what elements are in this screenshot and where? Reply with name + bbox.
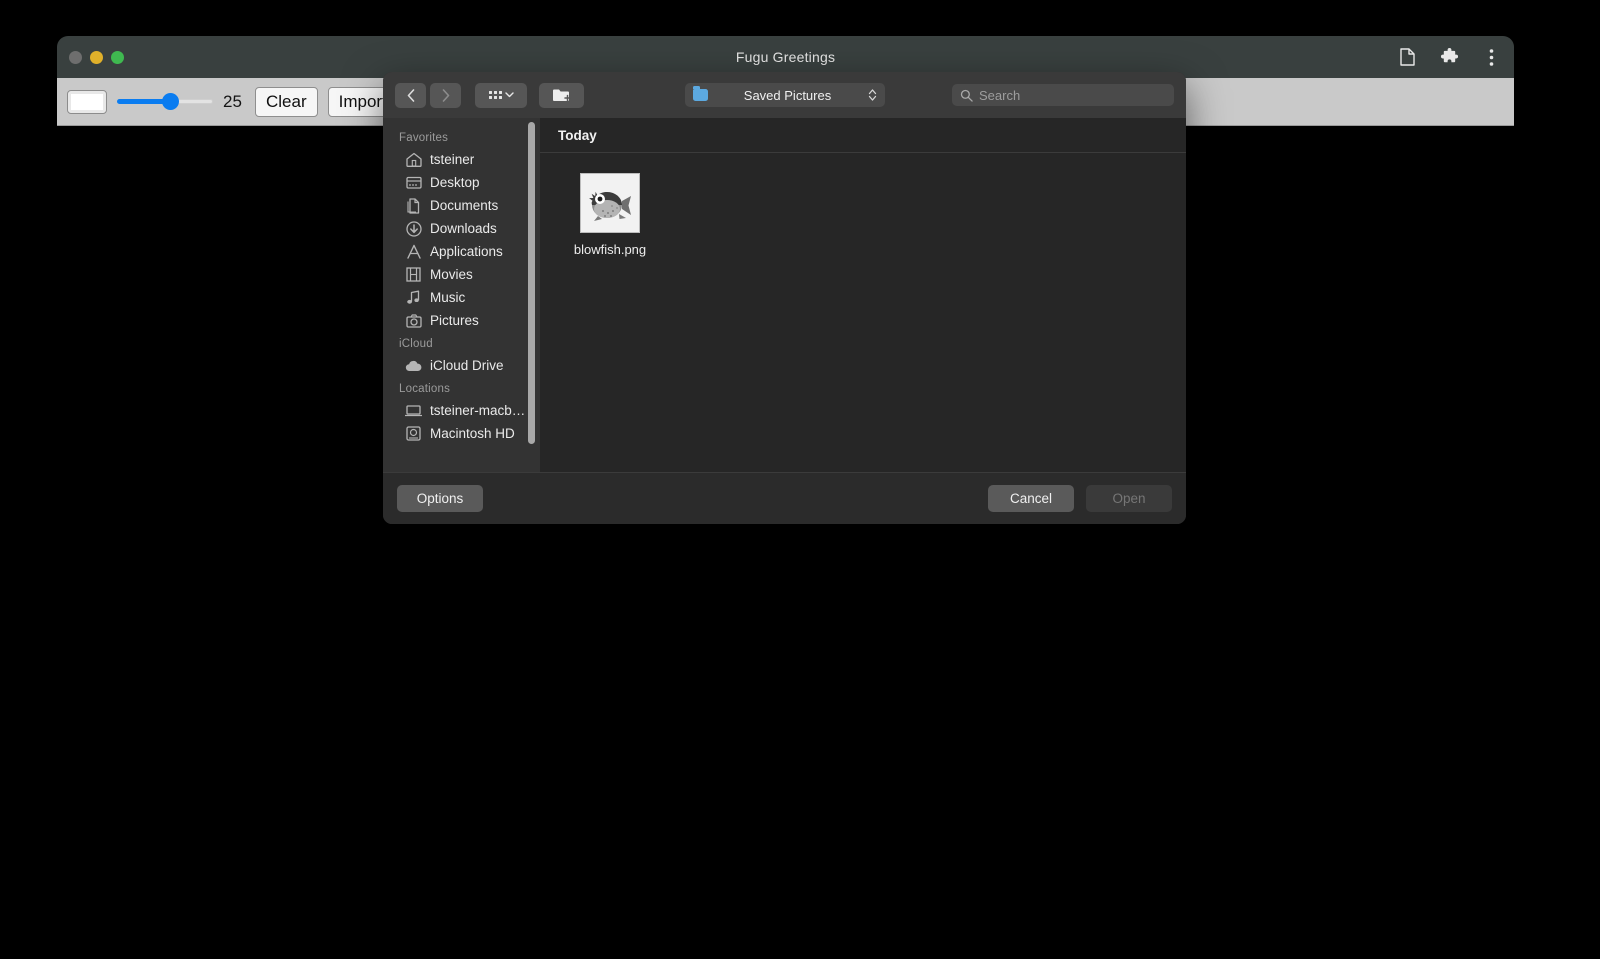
downloads-icon bbox=[405, 220, 422, 237]
sidebar-item-applications[interactable]: Applications bbox=[383, 240, 540, 263]
sidebar-item-movies[interactable]: Movies bbox=[383, 263, 540, 286]
new-folder-icon bbox=[552, 89, 571, 102]
clear-button[interactable]: Clear bbox=[255, 86, 318, 117]
sidebar-item-label: Downloads bbox=[430, 221, 497, 236]
file-open-dialog: Saved Pictures Search Favorites tsteiner… bbox=[383, 72, 1186, 524]
open-button[interactable]: Open bbox=[1086, 485, 1172, 512]
minimize-window-button[interactable] bbox=[90, 50, 103, 64]
sidebar-section-locations: Locations bbox=[399, 383, 451, 395]
file-name-label: blowfish.png bbox=[573, 242, 647, 257]
sidebar-item-label: tsteiner-macb… bbox=[430, 403, 526, 418]
desktop-icon bbox=[405, 174, 422, 191]
slider-value-label: 25 bbox=[223, 91, 242, 111]
new-folder-button[interactable] bbox=[539, 82, 584, 108]
traffic-lights bbox=[69, 36, 124, 78]
close-window-button[interactable] bbox=[69, 50, 82, 64]
home-icon bbox=[405, 151, 422, 168]
search-input[interactable]: Search bbox=[952, 84, 1174, 106]
sidebar-item-desktop[interactable]: Desktop bbox=[383, 171, 540, 194]
line-width-slider[interactable] bbox=[117, 91, 213, 113]
sidebar-item-tsteiner-macbook[interactable]: tsteiner-macb… bbox=[383, 399, 540, 422]
sidebar-item-label: Applications bbox=[430, 244, 503, 259]
cancel-button[interactable]: Cancel bbox=[988, 485, 1074, 512]
grid-view-icon bbox=[488, 91, 502, 99]
page-icon[interactable] bbox=[1394, 44, 1420, 70]
screen: Fugu Greetings 25 Clear Import Saved Pic… bbox=[0, 0, 1600, 959]
view-mode-button[interactable] bbox=[475, 82, 527, 108]
sidebar-item-label: Documents bbox=[430, 198, 499, 213]
dialog-toolbar: Saved Pictures Search bbox=[383, 72, 1186, 118]
applications-icon bbox=[405, 243, 422, 260]
sidebar-scrollbar[interactable] bbox=[528, 122, 535, 444]
extensions-icon[interactable] bbox=[1436, 44, 1462, 70]
search-placeholder: Search bbox=[979, 87, 1021, 103]
blowfish-thumbnail bbox=[580, 173, 640, 233]
path-label: Saved Pictures bbox=[743, 87, 832, 103]
sidebar-item-icloud-drive[interactable]: iCloud Drive bbox=[383, 354, 540, 377]
sidebar-item-label: Pictures bbox=[430, 313, 479, 328]
dialog-body: Favorites tsteiner Desktop Documents Dow… bbox=[383, 118, 1186, 472]
path-dropdown[interactable]: Saved Pictures bbox=[684, 83, 885, 107]
options-button[interactable]: Options bbox=[397, 485, 483, 512]
sidebar-item-macintosh-hd[interactable]: Macintosh HD bbox=[383, 422, 540, 445]
sidebar-item-pictures[interactable]: Pictures bbox=[383, 309, 540, 332]
chevron-down-icon bbox=[504, 92, 514, 98]
sidebar-item-label: Movies bbox=[430, 267, 473, 282]
harddisk-icon bbox=[405, 425, 422, 442]
sidebar-item-label: Music bbox=[430, 290, 466, 305]
navigation-buttons bbox=[395, 82, 461, 108]
color-picker-input[interactable] bbox=[67, 89, 107, 114]
cloud-icon bbox=[405, 357, 422, 374]
footer-actions: Cancel Open bbox=[988, 485, 1172, 512]
file-item[interactable]: blowfish.png bbox=[562, 173, 658, 257]
file-group-header: Today bbox=[540, 118, 1186, 153]
sidebar-item-documents[interactable]: Documents bbox=[383, 194, 540, 217]
sidebar-section-favorites: Favorites bbox=[399, 132, 449, 144]
slider-thumb[interactable] bbox=[162, 93, 179, 110]
sidebar: Favorites tsteiner Desktop Documents Dow… bbox=[383, 118, 540, 472]
sidebar-item-downloads[interactable]: Downloads bbox=[383, 217, 540, 240]
folder-icon bbox=[692, 86, 708, 101]
dialog-footer: Options Cancel Open bbox=[383, 472, 1186, 524]
sidebar-item-label: iCloud Drive bbox=[430, 358, 504, 373]
documents-icon bbox=[405, 197, 422, 214]
sidebar-item-label: tsteiner bbox=[430, 152, 475, 167]
files-grid: blowfish.png bbox=[540, 153, 1186, 257]
sidebar-item-music[interactable]: Music bbox=[383, 286, 540, 309]
sidebar-item-label: Desktop bbox=[430, 175, 480, 190]
back-button[interactable] bbox=[395, 82, 426, 108]
updown-chevron-icon bbox=[868, 89, 876, 101]
maximize-window-button[interactable] bbox=[111, 50, 124, 64]
laptop-icon bbox=[405, 402, 422, 419]
sidebar-item-tsteiner[interactable]: tsteiner bbox=[383, 148, 540, 171]
sidebar-item-label: Macintosh HD bbox=[430, 426, 515, 441]
music-icon bbox=[405, 289, 422, 306]
sidebar-section-icloud: iCloud bbox=[399, 338, 433, 350]
search-icon bbox=[960, 89, 973, 102]
menu-icon[interactable] bbox=[1478, 44, 1504, 70]
movies-icon bbox=[405, 266, 422, 283]
forward-button[interactable] bbox=[430, 82, 461, 108]
pictures-icon bbox=[405, 312, 422, 329]
file-list: Today blowfish.png bbox=[540, 118, 1186, 472]
titlebar-actions bbox=[1394, 36, 1504, 78]
